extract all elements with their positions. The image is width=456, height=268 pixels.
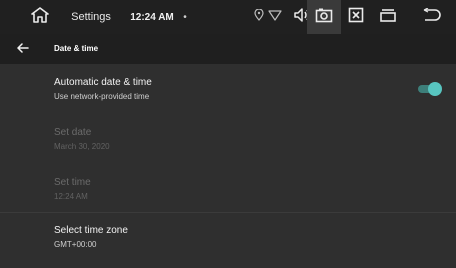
- location-indicator: [253, 0, 265, 34]
- recents-icon: [379, 7, 397, 28]
- recents-button[interactable]: [376, 0, 400, 34]
- settings-list: Automatic date & time Use network-provid…: [0, 64, 456, 268]
- app-bar: Date & time: [0, 34, 456, 64]
- status-bar: Settings 12:24 AM •: [0, 0, 456, 34]
- app-name: Settings: [66, 0, 116, 34]
- wifi-icon: [268, 8, 282, 26]
- nav-back-button[interactable]: [420, 0, 446, 34]
- screenshot-button[interactable]: [307, 0, 341, 34]
- item-subtitle: GMT+00:00: [54, 240, 97, 249]
- list-item-automatic-date-time[interactable]: Automatic date & time Use network-provid…: [0, 64, 456, 114]
- wifi-indicator: [268, 0, 282, 34]
- back-icon: [423, 6, 443, 27]
- item-title: Automatic date & time: [54, 77, 152, 88]
- notification-dot: •: [180, 0, 190, 34]
- page-title: Date & time: [54, 44, 99, 53]
- item-title: Set time: [54, 177, 91, 188]
- home-icon: [31, 6, 49, 28]
- list-item-select-time-zone[interactable]: Select time zone GMT+00:00: [0, 213, 456, 265]
- item-title: Select time zone: [54, 225, 128, 236]
- list-item-set-time[interactable]: Set time 12:24 AM: [0, 164, 456, 214]
- screenshot-icon: [315, 7, 333, 28]
- toggle-thumb: [428, 82, 442, 96]
- clock: 12:24 AM: [124, 0, 180, 34]
- dot-label: •: [183, 11, 187, 23]
- home-button[interactable]: [28, 0, 52, 34]
- back-button[interactable]: [14, 34, 32, 64]
- list-item-set-date[interactable]: Set date March 30, 2020: [0, 114, 456, 164]
- location-icon: [254, 8, 264, 26]
- arrow-left-icon: [17, 40, 29, 58]
- item-subtitle: Use network-provided time: [54, 92, 150, 101]
- automatic-time-toggle[interactable]: [418, 82, 442, 96]
- close-box-icon: [348, 7, 364, 28]
- item-title: Set date: [54, 127, 92, 138]
- app-name-label: Settings: [71, 11, 111, 23]
- item-subtitle: March 30, 2020: [54, 142, 110, 151]
- item-subtitle: 12:24 AM: [54, 192, 88, 201]
- time-label: 12:24 AM: [130, 11, 174, 23]
- close-window-button[interactable]: [344, 0, 368, 34]
